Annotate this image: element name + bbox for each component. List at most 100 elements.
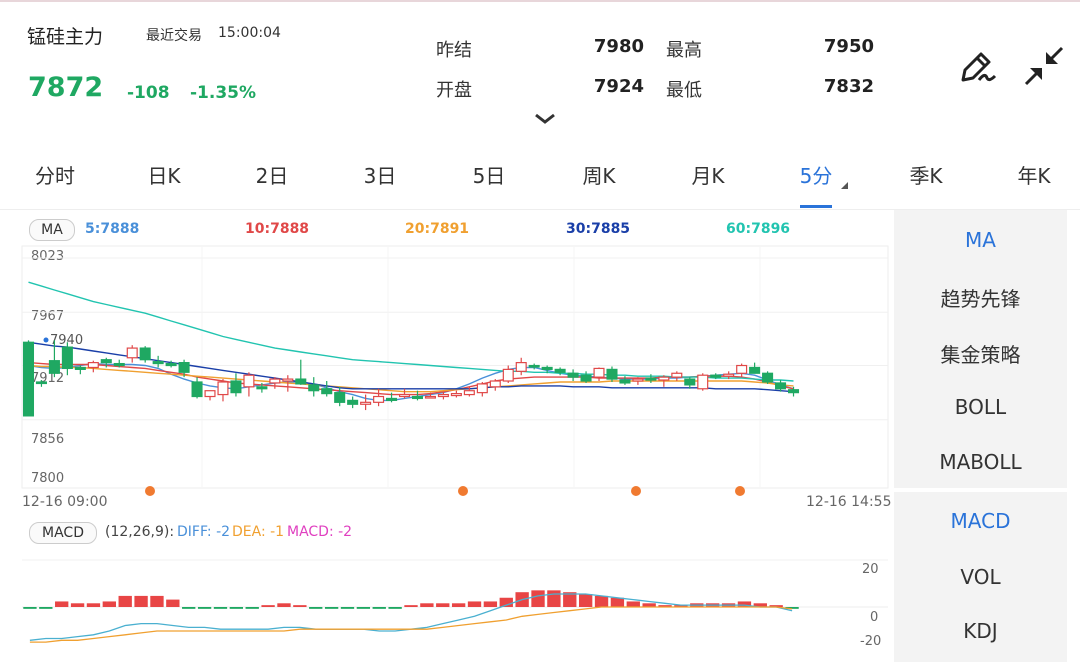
macd-dea-line xyxy=(29,606,793,643)
candle-down xyxy=(113,362,125,367)
candle-down xyxy=(645,377,657,381)
candle-down xyxy=(347,399,359,405)
macd-bar-pos xyxy=(277,603,291,607)
candle-up xyxy=(217,381,229,396)
macd-bar-pos xyxy=(578,594,593,607)
macd-bar-pos xyxy=(531,590,545,607)
candle-up xyxy=(243,374,255,388)
macd-bar-pos xyxy=(102,601,116,607)
macd-bar-pos xyxy=(134,595,148,607)
candle-down xyxy=(100,359,112,364)
macd-bar-neg xyxy=(372,607,386,609)
candle-down xyxy=(775,382,787,390)
candle-down xyxy=(230,380,242,394)
candle-down xyxy=(567,372,579,378)
macd-bar-neg xyxy=(388,607,402,609)
candle-up xyxy=(671,372,683,378)
macd-bar-neg xyxy=(197,607,212,609)
macd-bar-pos xyxy=(70,603,85,607)
macd-bar-pos xyxy=(261,605,275,607)
macd-bar-neg xyxy=(356,607,371,609)
candle-down xyxy=(606,368,618,380)
candle-up xyxy=(437,393,449,398)
candle-up xyxy=(424,395,436,399)
candle-down xyxy=(308,384,320,392)
candle-down xyxy=(74,366,86,370)
macd-bar-pos xyxy=(166,599,180,607)
candle-down xyxy=(710,374,722,378)
candle-down xyxy=(191,381,203,398)
event-marker xyxy=(631,486,641,496)
candle-down xyxy=(580,374,592,382)
candle-up xyxy=(489,380,501,388)
candle-down xyxy=(749,366,761,374)
macd-bar-neg xyxy=(23,607,37,609)
macd-bar-pos xyxy=(436,603,450,607)
candle-down xyxy=(684,378,696,386)
candle-down xyxy=(139,347,151,361)
candle-up xyxy=(476,383,488,394)
candle-down xyxy=(787,389,800,394)
macd-bar-pos xyxy=(55,601,69,607)
macd-bar-neg xyxy=(182,607,196,609)
candle-down xyxy=(256,386,268,390)
macd-bar-neg xyxy=(39,607,53,609)
candle-down xyxy=(619,379,631,384)
macd-bar-pos xyxy=(293,605,307,607)
macd-bar-pos xyxy=(420,603,434,607)
candle-up xyxy=(593,367,605,378)
candle-down xyxy=(295,378,307,385)
candle-up xyxy=(398,393,411,398)
macd-bar-pos xyxy=(594,595,609,607)
candle-down xyxy=(762,372,774,383)
candle-up xyxy=(373,395,385,403)
candle-up xyxy=(723,373,735,377)
candle-down xyxy=(61,346,73,370)
macd-bar-pos xyxy=(150,595,164,607)
macd-bar-pos xyxy=(626,601,640,607)
candle-down xyxy=(334,392,346,403)
macd-bar-neg xyxy=(229,607,244,609)
macd-bar-pos xyxy=(118,595,132,607)
candle-down xyxy=(411,395,424,400)
macd-bar-neg xyxy=(324,607,339,609)
candle-up xyxy=(515,362,527,372)
candle-down xyxy=(152,361,164,365)
candle-up xyxy=(736,364,748,374)
candle-down xyxy=(554,368,566,373)
event-marker xyxy=(458,486,468,496)
candle-up xyxy=(632,378,644,382)
macd-bar-pos xyxy=(547,590,561,607)
macd-bar-pos xyxy=(86,603,101,607)
candle-down xyxy=(165,362,177,367)
candle-up xyxy=(204,390,216,398)
macd-bar-pos xyxy=(467,601,482,607)
macd-bar-pos xyxy=(610,597,625,607)
kline-chart[interactable] xyxy=(0,0,1080,662)
candle-up xyxy=(126,347,138,359)
macd-bar-pos xyxy=(451,603,466,607)
event-marker xyxy=(735,486,745,496)
macd-bar-neg xyxy=(245,607,259,609)
candle-down xyxy=(22,341,35,417)
ma60-line xyxy=(28,281,794,382)
candle-up xyxy=(269,378,281,384)
macd-bar-neg xyxy=(213,607,228,609)
event-marker xyxy=(145,486,155,496)
candle-up xyxy=(697,374,709,390)
candle-up xyxy=(87,362,99,369)
candle-up xyxy=(360,401,372,405)
macd-bar-neg xyxy=(340,607,355,609)
candle-down xyxy=(35,381,47,385)
candle-down xyxy=(528,364,540,368)
candle-down xyxy=(48,360,60,374)
max-price-dot xyxy=(43,337,49,343)
candle-down xyxy=(321,388,333,395)
candle-up xyxy=(450,393,462,397)
candle-up xyxy=(282,378,294,382)
candle-down xyxy=(386,397,398,401)
candle-up xyxy=(658,376,670,381)
candle-up xyxy=(502,368,514,382)
macd-bar-neg xyxy=(309,607,323,609)
macd-bar-pos xyxy=(404,605,418,607)
